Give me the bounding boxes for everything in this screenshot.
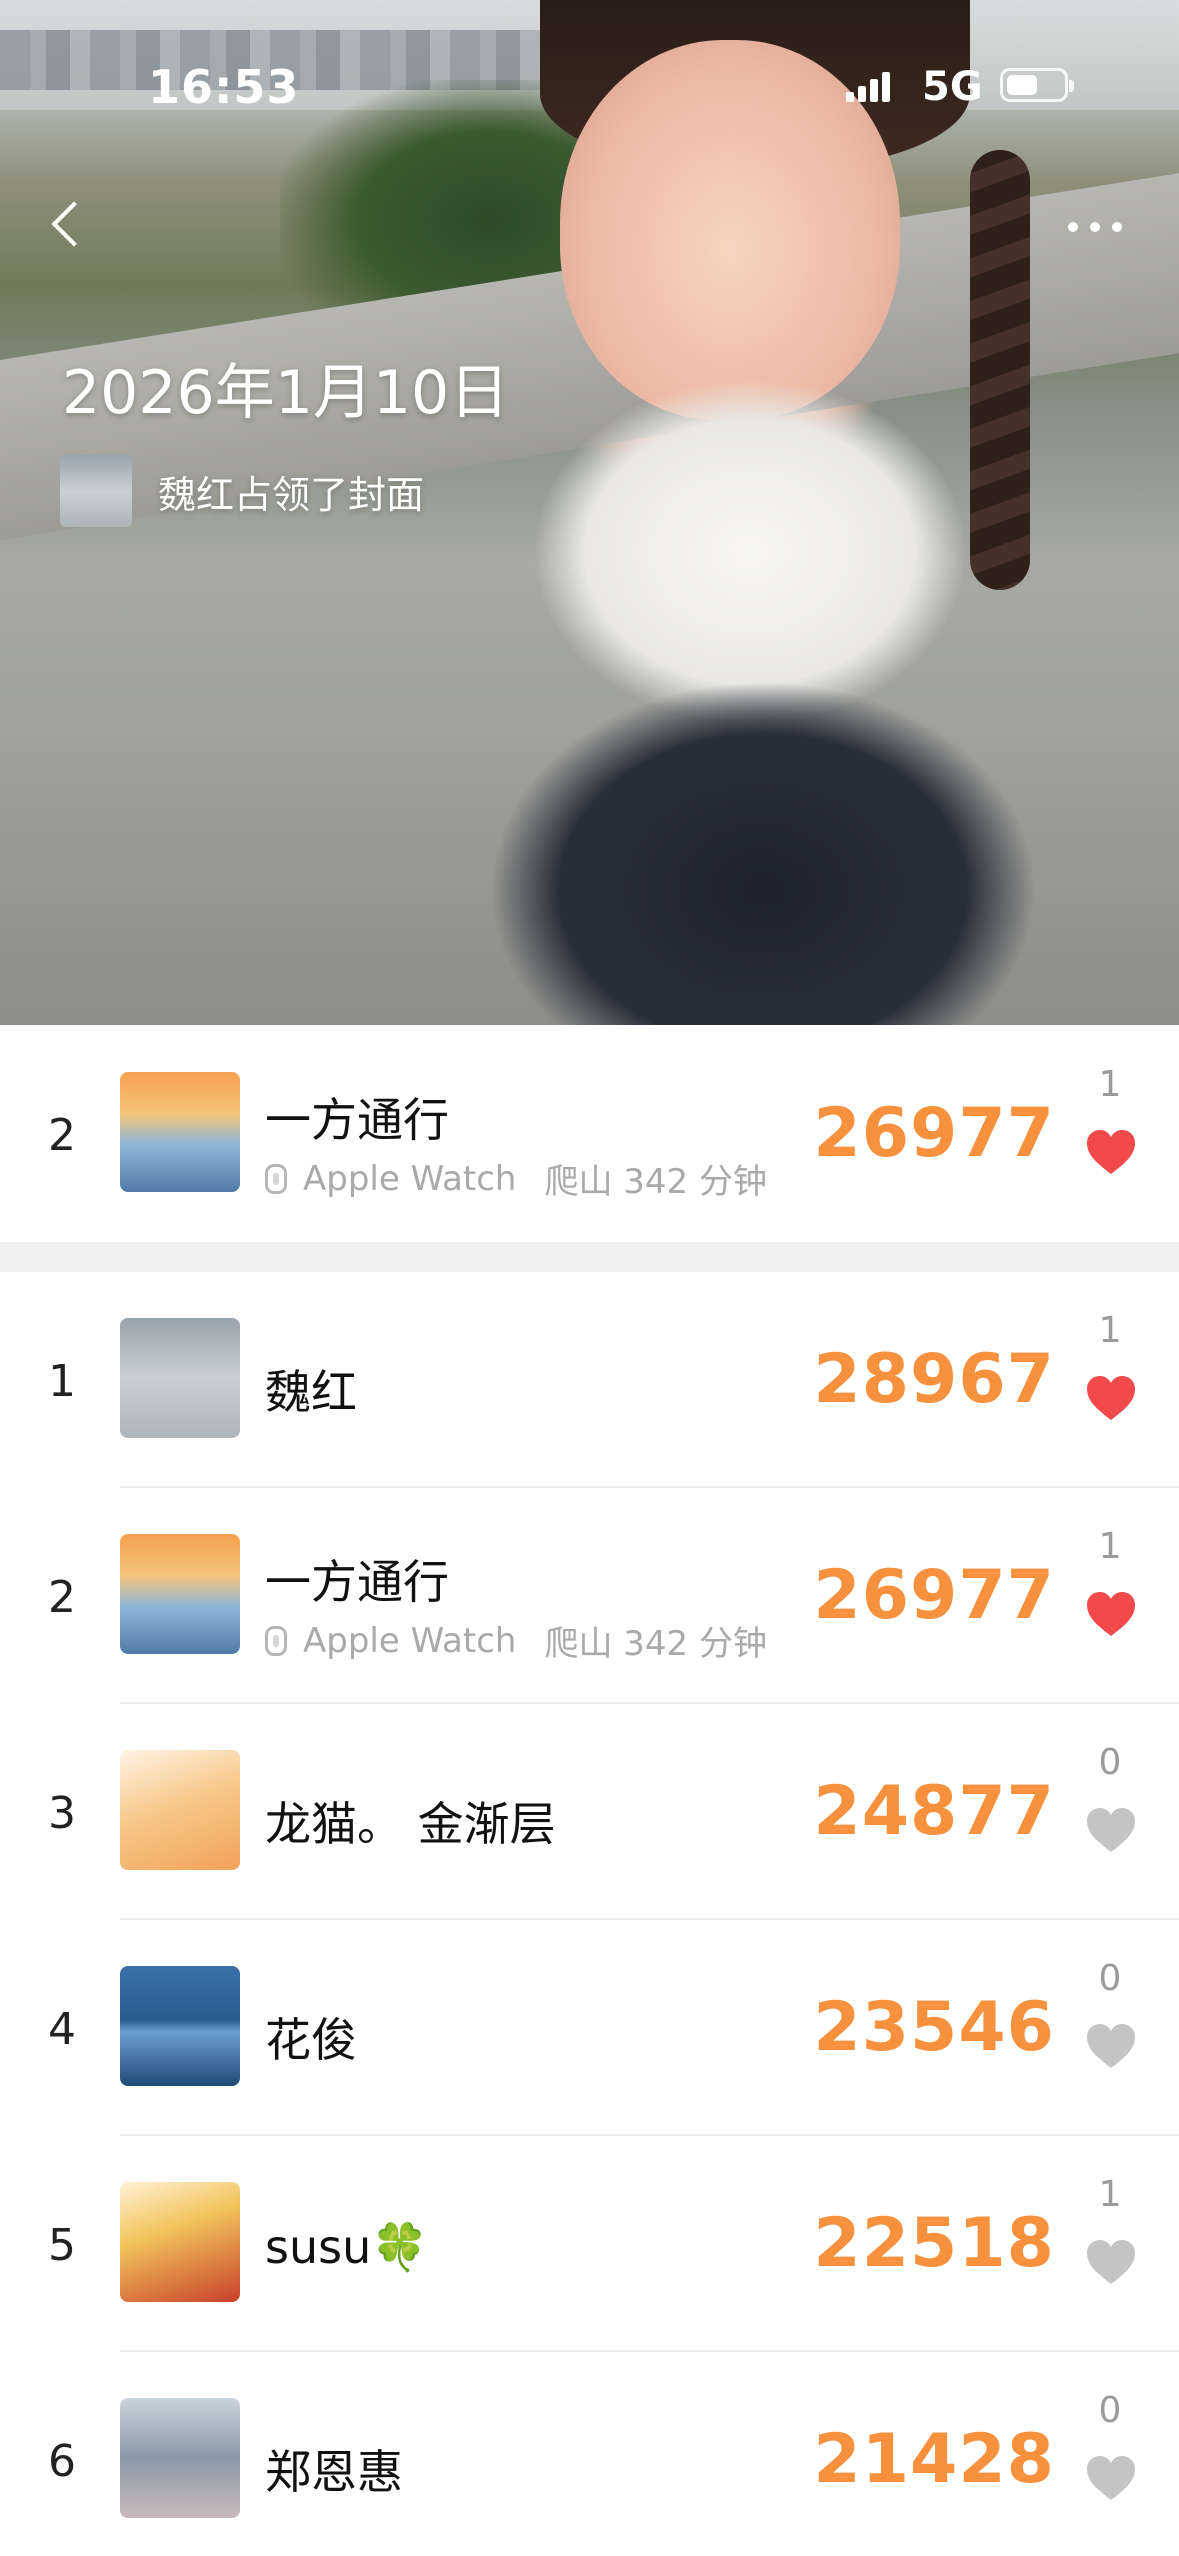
like-count: 0 [1098, 1742, 1122, 1783]
more-options-icon[interactable] [1060, 200, 1130, 250]
avatar[interactable] [120, 1318, 240, 1438]
user-name: 一方通行 [265, 1093, 449, 1147]
battery-icon [1000, 68, 1074, 102]
step-count: 22518 [813, 2204, 1055, 2283]
rank-number: 4 [48, 2004, 76, 2055]
like-count: 1 [1098, 1526, 1122, 1567]
device-name: Apple Watch [303, 1158, 517, 1199]
watch-icon [265, 1163, 287, 1194]
rank-number: 6 [48, 2436, 76, 2487]
table-row[interactable]: 6 郑恩惠 21428 0 [0, 2352, 1179, 2556]
table-row[interactable]: 5 susu🍀 22518 1 [0, 2136, 1179, 2352]
step-count: 24877 [813, 1772, 1055, 1851]
cover-owner-text: 魏红占领了封面 [158, 472, 425, 517]
avatar[interactable] [120, 1750, 240, 1870]
network-label: 5G [922, 64, 983, 110]
cover-owner[interactable]: 魏红占领了封面 [60, 455, 424, 527]
heart-icon[interactable] [1085, 1128, 1137, 1176]
user-name: 一方通行 [265, 1555, 449, 1609]
signal-icon [846, 72, 890, 102]
table-row[interactable]: 2 一方通行 Apple Watch 爬山 342 分钟 26977 1 [0, 1488, 1179, 1704]
rank-number: 5 [48, 2220, 76, 2271]
avatar[interactable] [120, 2182, 240, 2302]
step-count: 23546 [813, 1988, 1055, 2067]
avatar[interactable] [120, 1966, 240, 2086]
step-count: 26977 [813, 1094, 1055, 1173]
like-count: 0 [1098, 2390, 1122, 2431]
activity-text: 爬山 342 分钟 [544, 1162, 767, 1202]
user-name: 魏红 [265, 1365, 357, 1419]
device-info: Apple Watch 爬山 342 分钟 [265, 1616, 767, 1665]
step-count: 21428 [813, 2420, 1055, 2499]
step-count: 28967 [813, 1340, 1055, 1419]
rank-number: 1 [48, 1356, 76, 1407]
my-rank-row[interactable]: 2 一方通行 Apple Watch 爬山 342 分钟 26977 1 [0, 1026, 1179, 1242]
cover-coat [400, 650, 1060, 1025]
like-count: 0 [1098, 1958, 1122, 1999]
activity-text: 爬山 342 分钟 [544, 1624, 767, 1664]
section-gap [0, 1242, 1179, 1272]
device-info: Apple Watch 爬山 342 分钟 [265, 1154, 767, 1203]
rank-number: 3 [48, 1788, 76, 1839]
cover-date: 2026年1月10日 [62, 358, 510, 428]
avatar[interactable] [120, 1072, 240, 1192]
user-name: 龙猫。 金渐层 [265, 1797, 556, 1851]
heart-icon[interactable] [1085, 1590, 1137, 1638]
step-count: 26977 [813, 1556, 1055, 1635]
user-name: 郑恩惠 [265, 2445, 403, 2499]
watch-icon [265, 1625, 287, 1656]
heart-icon[interactable] [1085, 1374, 1137, 1422]
like-count: 1 [1098, 2174, 1122, 2215]
table-row[interactable]: 3 龙猫。 金渐层 24877 0 [0, 1704, 1179, 1920]
rank-number: 2 [48, 1572, 76, 1623]
cover-owner-avatar [60, 455, 132, 527]
like-count: 1 [1098, 1310, 1122, 1351]
like-count: 1 [1098, 1064, 1122, 1105]
table-row[interactable]: 1 魏红 28967 1 [0, 1272, 1179, 1488]
heart-icon[interactable] [1085, 1806, 1137, 1854]
back-chevron-icon[interactable] [44, 190, 94, 260]
heart-icon[interactable] [1085, 2454, 1137, 2502]
avatar[interactable] [120, 2398, 240, 2518]
table-row[interactable]: 4 花俊 23546 0 [0, 1920, 1179, 2136]
status-time: 16:53 [148, 60, 300, 114]
device-name: Apple Watch [303, 1620, 517, 1661]
avatar[interactable] [120, 1534, 240, 1654]
rank-number: 2 [48, 1110, 76, 1161]
user-name: 花俊 [265, 2013, 357, 2067]
user-name: susu🍀 [265, 2220, 429, 2274]
heart-icon[interactable] [1085, 2238, 1137, 2286]
heart-icon[interactable] [1085, 2022, 1137, 2070]
